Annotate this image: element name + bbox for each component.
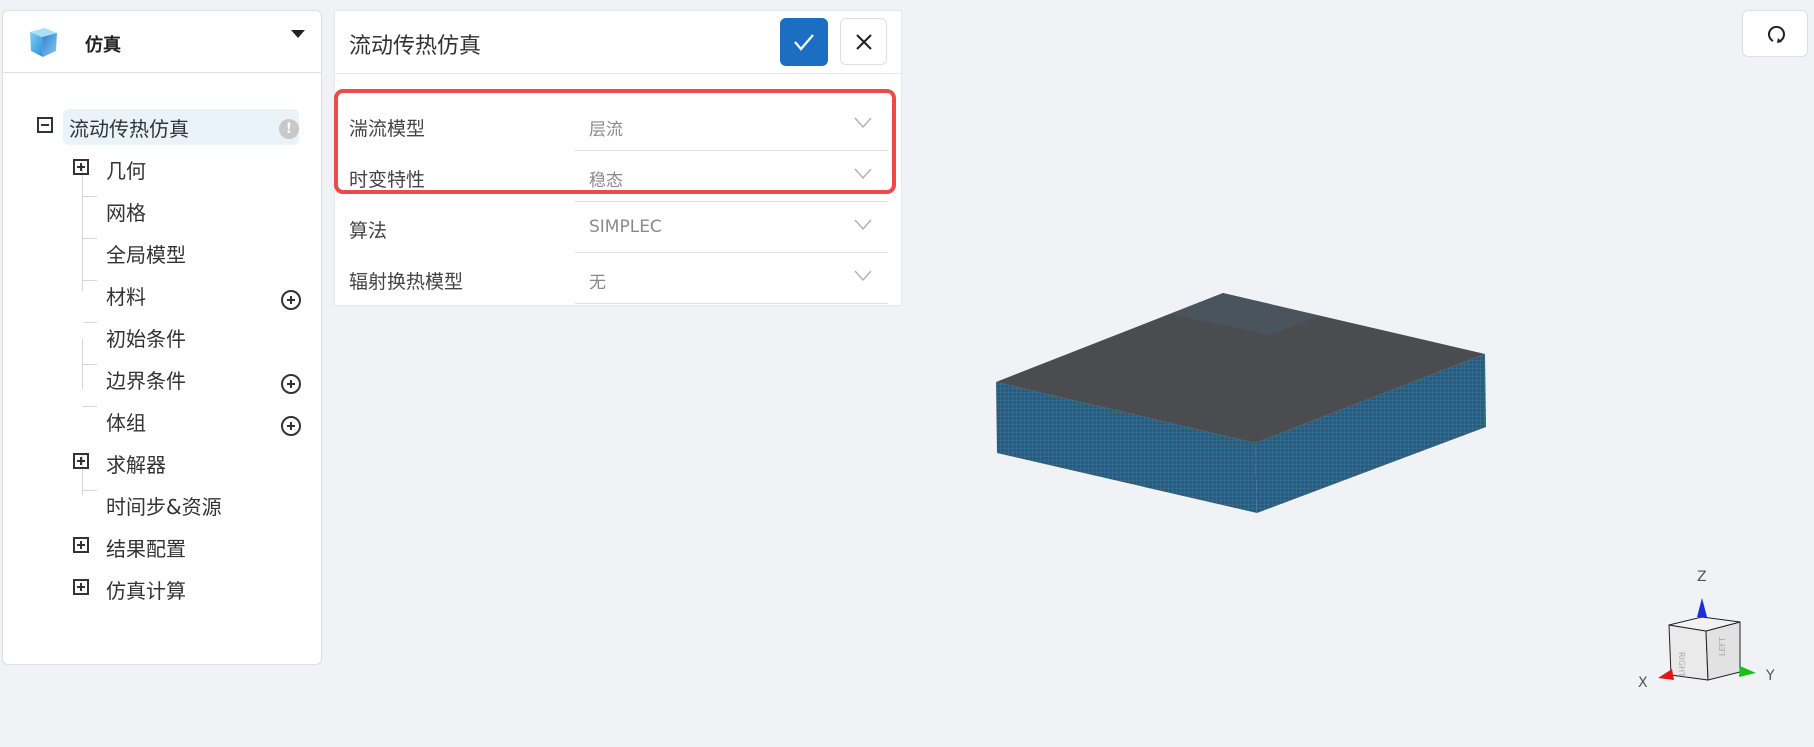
field-label: 时变特性 [349,169,426,191]
z-axis-label: Z [1697,569,1707,585]
warning-icon: ! [279,119,299,139]
time-dependency-select[interactable]: 稳态 [575,151,888,202]
field-label: 辐射换热模型 [349,271,464,293]
expand-icon[interactable] [73,453,89,469]
tree-connector [83,406,97,407]
select-value: SIMPLEC [589,217,662,237]
add-volume-group-icon[interactable] [281,416,301,436]
field-label: 湍流模型 [349,118,426,140]
cube-icon [30,28,57,57]
add-material-icon[interactable] [281,290,301,310]
tree-connector [83,238,97,239]
tree-item-boundary-conditions[interactable]: 边界条件 [106,362,186,396]
panel-header: 流动传热仿真 [335,11,901,74]
add-boundary-condition-icon[interactable] [281,374,301,394]
tree-item-result-config[interactable]: 结果配置 [106,530,186,564]
tree-root[interactable]: 流动传热仿真 [69,110,189,144]
settings-panel: 流动传热仿真 湍流模型 层流 时变特性 稳态 算法 SIMPLEC 辐射换热模型… [334,10,902,306]
field-radiation-model: 辐射换热模型 无 [335,253,901,304]
select-value: 层流 [589,120,623,140]
close-icon [856,34,872,50]
x-axis-arrow [1658,669,1674,680]
cube-label-left: LEFT [1718,637,1727,656]
nav-cube-left-face [1668,624,1709,681]
tree-item-global-model[interactable]: 全局模型 [106,236,186,270]
expand-icon[interactable] [73,579,89,595]
sidebar-header: 仿真 [3,11,321,73]
tree-connector [83,196,97,197]
caret-down-icon[interactable] [291,30,305,38]
app-title: 仿真 [85,35,121,56]
tree-connector [83,280,97,281]
y-axis-arrow [1739,666,1756,677]
field-algorithm: 算法 SIMPLEC [335,202,901,253]
expand-icon[interactable] [73,159,89,175]
tree-connector [83,364,97,365]
mesh-model[interactable] [996,293,1486,513]
field-time-dependency: 时变特性 稳态 [335,151,901,202]
sidebar: 仿真 流动传热仿真 ! 几何 网格 全局模型 材料 初始条件 边界条件 体组 求… [2,10,322,665]
tree-connector [82,165,83,291]
tree-connector [83,322,97,323]
z-axis-arrow [1697,598,1707,617]
tree-connector [83,490,97,491]
chevron-down-icon [854,117,872,129]
chevron-down-icon [854,270,872,282]
panel-title: 流动传热仿真 [349,34,482,59]
select-value: 无 [589,273,606,293]
select-value: 稳态 [589,171,623,191]
chevron-down-icon [854,219,872,231]
tree-item-timestep-resources[interactable]: 时间步&资源 [106,488,222,522]
tree-item-volume-groups[interactable]: 体组 [106,404,146,438]
tree-item-geometry[interactable]: 几何 [106,152,146,186]
tree-root-label: 流动传热仿真 [69,116,189,141]
tree-item-simulation-run[interactable]: 仿真计算 [106,572,186,606]
turbulence-model-select[interactable]: 层流 [575,100,888,151]
chevron-down-icon [854,168,872,180]
y-axis-label: Y [1765,668,1775,684]
field-label: 算法 [349,220,388,242]
x-axis-label: X [1638,675,1648,691]
close-button[interactable] [840,18,887,65]
tree-item-mesh[interactable]: 网格 [106,194,146,228]
expand-icon[interactable] [73,537,89,553]
tree-item-materials[interactable]: 材料 [106,278,146,312]
field-turbulence-model: 湍流模型 层流 [335,100,901,151]
axis-triad[interactable]: RIGHT LEFT Z X Y [1638,569,1775,691]
3d-viewport[interactable]: RIGHT LEFT Z X Y [902,0,1814,747]
check-icon [794,34,814,51]
tree-item-solver[interactable]: 求解器 [106,446,166,480]
algorithm-select[interactable]: SIMPLEC [575,202,888,253]
cube-label-right: RIGHT [1677,652,1686,677]
collapse-icon[interactable] [37,117,53,133]
tree-item-initial-conditions[interactable]: 初始条件 [106,320,186,354]
confirm-button[interactable] [780,18,828,66]
radiation-model-select[interactable]: 无 [575,253,888,304]
